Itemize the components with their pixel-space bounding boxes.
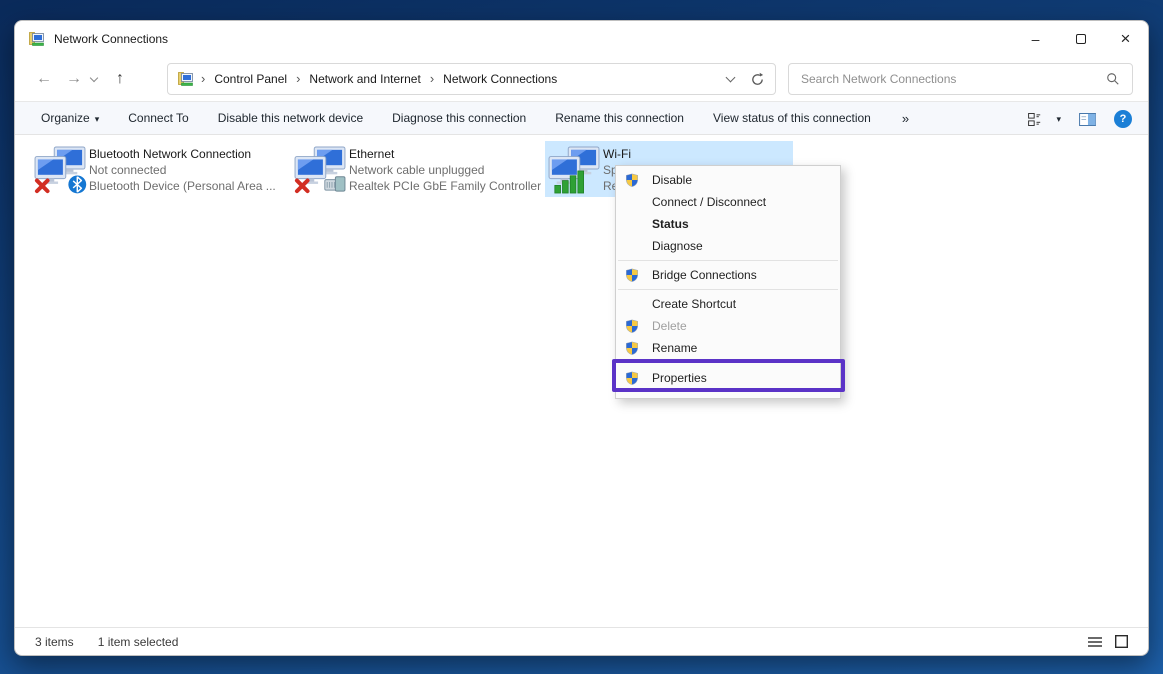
address-dropdown-chevron-icon[interactable] <box>726 73 736 83</box>
large-icons-view-icon <box>1115 635 1128 648</box>
window-title: Network Connections <box>54 32 168 46</box>
preview-pane-button[interactable] <box>1079 113 1096 126</box>
wifi-connection-icon <box>545 144 603 194</box>
network-connections-app-icon <box>29 31 45 47</box>
navigation-bar: ← → ↑ › Control Panel › Network and Inte… <box>15 57 1148 101</box>
menu-separator <box>618 260 838 261</box>
breadcrumb-control-panel[interactable]: Control Panel <box>210 72 291 86</box>
menu-item-diagnose[interactable]: Diagnose <box>616 235 840 257</box>
menu-item-label: Status <box>652 217 689 231</box>
ethernet-connection-icon <box>291 144 349 194</box>
context-menu: Disable Connect / Disconnect Status Diag… <box>615 165 841 399</box>
uac-shield-icon <box>625 319 652 333</box>
up-button[interactable]: ↑ <box>105 70 135 88</box>
menu-item-label: Disable <box>652 173 692 187</box>
view-status-button[interactable]: View status of this connection <box>713 111 871 125</box>
recent-pages-chevron-icon[interactable] <box>90 73 98 81</box>
minimize-button[interactable]: – <box>1013 21 1058 57</box>
search-icon[interactable] <box>1106 72 1120 86</box>
menu-item-label: Connect / Disconnect <box>652 195 766 209</box>
details-view-button[interactable] <box>1088 636 1102 648</box>
organize-caret-icon: ▾ <box>95 114 100 124</box>
search-box[interactable] <box>788 63 1133 95</box>
connection-item-bluetooth[interactable]: Bluetooth Network Connection Not connect… <box>31 141 285 197</box>
list-view-icon <box>1088 636 1102 648</box>
bluetooth-connection-icon <box>31 144 89 194</box>
refresh-icon[interactable] <box>750 72 765 87</box>
breadcrumb-network-connections[interactable]: Network Connections <box>439 72 561 86</box>
breadcrumb-chevron-icon: › <box>291 71 305 88</box>
connection-device: Bluetooth Device (Personal Area ... <box>89 178 276 194</box>
status-bar: 3 items 1 item selected <box>15 627 1148 655</box>
uac-shield-icon <box>625 371 652 385</box>
thumbnail-view-button[interactable] <box>1115 635 1128 648</box>
menu-item-bridge-connections[interactable]: Bridge Connections <box>616 264 840 286</box>
title-bar: Network Connections – × <box>15 21 1148 57</box>
command-toolbar: Organize ▾ Connect To Disable this networ… <box>15 101 1148 135</box>
toolbar-overflow-button[interactable]: » <box>902 111 909 126</box>
back-icon: ← <box>36 70 52 87</box>
address-bar[interactable]: › Control Panel › Network and Internet ›… <box>167 63 776 95</box>
menu-item-label: Diagnose <box>652 239 703 253</box>
menu-item-label: Create Shortcut <box>652 297 736 311</box>
uac-shield-icon <box>625 268 652 282</box>
close-icon: × <box>1121 29 1131 49</box>
change-view-button[interactable]: ▾ <box>1028 113 1061 126</box>
connection-name: Wi-Fi <box>603 146 631 162</box>
maximize-button[interactable] <box>1058 21 1103 57</box>
menu-item-disable[interactable]: Disable <box>616 169 840 191</box>
menu-separator <box>618 362 838 363</box>
diagnose-connection-button[interactable]: Diagnose this connection <box>392 111 526 125</box>
connections-list-area[interactable]: Bluetooth Network Connection Not connect… <box>15 135 1148 627</box>
help-icon: ? <box>1120 113 1127 125</box>
breadcrumb-chevron-icon: › <box>196 71 210 88</box>
menu-item-label: Properties <box>652 371 707 385</box>
connect-to-button[interactable]: Connect To <box>128 111 189 125</box>
connection-status: Not connected <box>89 162 276 178</box>
menu-item-rename[interactable]: Rename <box>616 337 840 359</box>
connection-name: Ethernet <box>349 146 541 162</box>
connection-device: Realtek PCIe GbE Family Controller <box>349 178 541 194</box>
preview-pane-icon <box>1079 113 1096 126</box>
menu-item-create-shortcut[interactable]: Create Shortcut <box>616 293 840 315</box>
view-options-icon <box>1028 113 1045 126</box>
menu-item-properties[interactable]: Properties <box>616 366 840 390</box>
disable-device-button[interactable]: Disable this network device <box>218 111 363 125</box>
breadcrumb-chevron-icon: › <box>425 71 439 88</box>
menu-item-label: Delete <box>652 319 687 333</box>
uac-shield-icon <box>625 173 652 187</box>
help-button[interactable]: ? <box>1114 110 1132 128</box>
close-button[interactable]: × <box>1103 21 1148 57</box>
item-count: 3 items <box>35 635 74 649</box>
menu-item-label: Bridge Connections <box>652 268 757 282</box>
forward-button[interactable]: → <box>59 70 89 88</box>
connection-status: Network cable unplugged <box>349 162 541 178</box>
connection-name: Bluetooth Network Connection <box>89 146 276 162</box>
location-icon <box>178 71 194 87</box>
up-icon: ↑ <box>116 70 124 87</box>
organize-button[interactable]: Organize ▾ <box>41 111 99 125</box>
maximize-icon <box>1076 34 1086 44</box>
back-button[interactable]: ← <box>29 70 59 88</box>
view-caret-icon: ▾ <box>1056 114 1061 125</box>
selection-count: 1 item selected <box>98 635 179 649</box>
menu-item-delete: Delete <box>616 315 840 337</box>
rename-connection-button[interactable]: Rename this connection <box>555 111 684 125</box>
organize-label: Organize <box>41 111 90 125</box>
menu-separator <box>618 289 838 290</box>
connection-item-ethernet[interactable]: Ethernet Network cable unplugged Realtek… <box>291 141 541 197</box>
search-input[interactable] <box>801 72 1106 86</box>
menu-item-label: Rename <box>652 341 697 355</box>
forward-icon: → <box>66 70 82 87</box>
network-connections-window: Network Connections – × ← → ↑ › C <box>14 20 1149 656</box>
menu-item-status[interactable]: Status <box>616 213 840 235</box>
minimize-icon: – <box>1032 31 1040 47</box>
uac-shield-icon <box>625 341 652 355</box>
breadcrumb-network-and-internet[interactable]: Network and Internet <box>305 72 424 86</box>
menu-item-connect-disconnect[interactable]: Connect / Disconnect <box>616 191 840 213</box>
